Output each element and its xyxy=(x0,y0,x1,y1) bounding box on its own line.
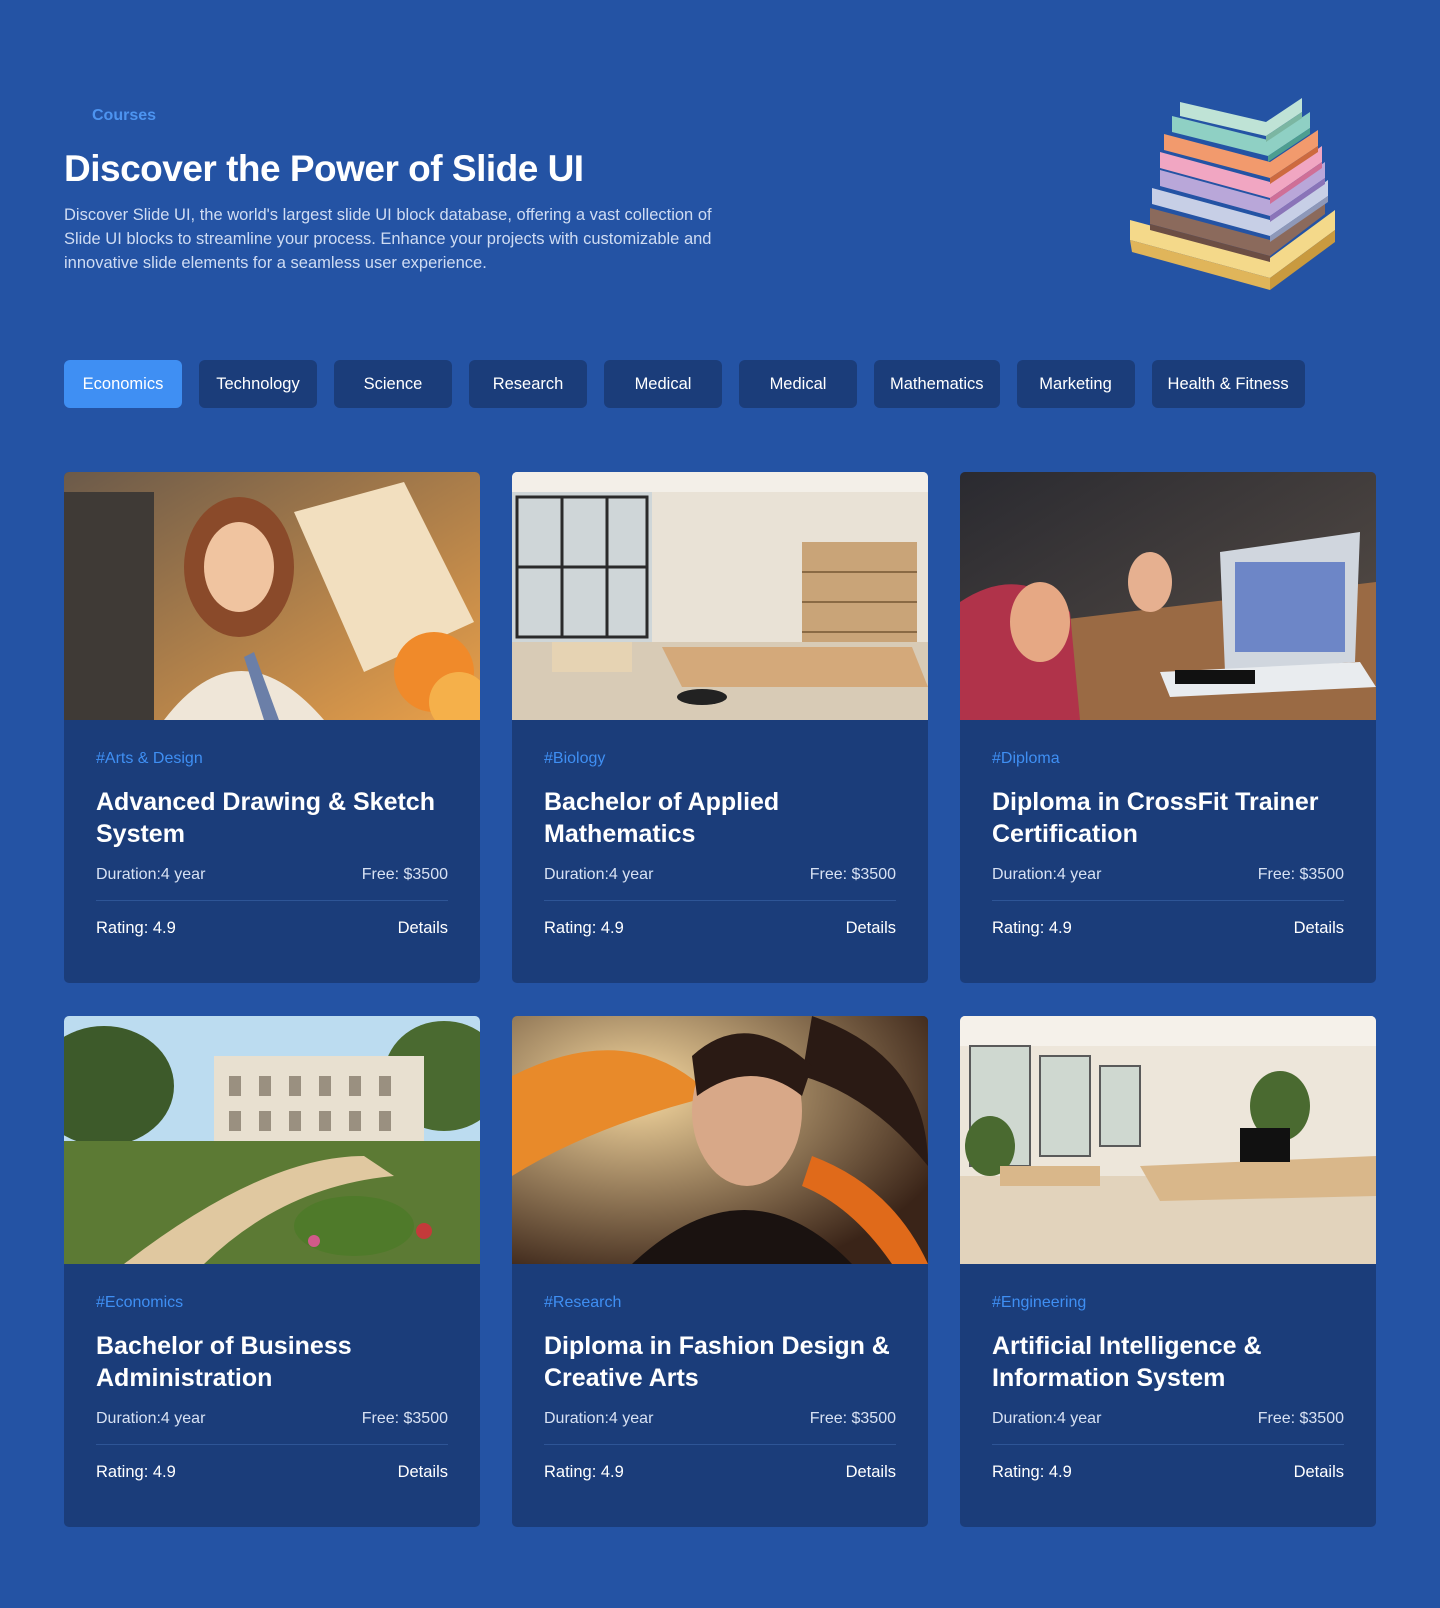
details-link[interactable]: Details xyxy=(398,919,448,938)
course-rating: Rating: 4.9 xyxy=(96,1463,176,1481)
tab-label: Economics xyxy=(82,374,164,393)
course-fee: Free: $3500 xyxy=(1257,866,1344,883)
course-duration: Duration:4 year xyxy=(992,1410,1102,1427)
category-tabs: Economics Technology Science Research Me… xyxy=(64,360,1305,408)
course-tag: #Research xyxy=(544,1294,622,1311)
course-meta: Duration:4 year Free: $3500 xyxy=(544,1410,896,1445)
tab-label: Medical xyxy=(769,374,827,393)
section-eyebrow: Courses xyxy=(92,107,157,124)
fashion-portrait-photo xyxy=(512,1016,928,1264)
course-duration: Duration:4 year xyxy=(544,866,654,883)
course-tag: #Engineering xyxy=(992,1294,1087,1311)
tab-medical-2[interactable]: Medical xyxy=(739,360,857,408)
course-rating: Rating: 4.9 xyxy=(96,919,176,937)
course-rating: Rating: 4.9 xyxy=(544,919,624,937)
course-tag: #Biology xyxy=(544,750,606,767)
tab-economics[interactable]: Economics xyxy=(64,360,182,408)
course-card[interactable]: #Arts & Design Advanced Drawing & Sketch… xyxy=(64,472,480,983)
tab-technology[interactable]: Technology xyxy=(199,360,317,408)
tab-label: Science xyxy=(363,374,423,393)
course-footer: Rating: 4.9 Details xyxy=(544,919,896,938)
course-card[interactable]: #Economics Bachelor of Business Administ… xyxy=(64,1016,480,1527)
tab-marketing[interactable]: Marketing xyxy=(1016,360,1135,408)
open-office-photo xyxy=(960,1016,1376,1264)
tab-science[interactable]: Science xyxy=(334,360,452,408)
tab-label: Marketing xyxy=(1039,374,1112,393)
course-duration: Duration:4 year xyxy=(544,1410,654,1427)
course-footer: Rating: 4.9 Details xyxy=(544,1463,896,1482)
details-link[interactable]: Details xyxy=(1294,919,1344,938)
course-footer: Rating: 4.9 Details xyxy=(96,919,448,938)
woman-painting-photo xyxy=(64,472,480,720)
tab-label: Medical xyxy=(634,374,692,393)
course-rating: Rating: 4.9 xyxy=(992,1463,1072,1481)
course-meta: Duration:4 year Free: $3500 xyxy=(96,1410,448,1445)
tab-mathematics[interactable]: Mathematics xyxy=(874,360,1000,408)
course-grid: #Arts & Design Advanced Drawing & Sketch… xyxy=(64,472,1376,1527)
course-card[interactable]: #Research Diploma in Fashion Design & Cr… xyxy=(512,1016,928,1527)
course-meta: Duration:4 year Free: $3500 xyxy=(544,866,896,901)
campus-garden-photo xyxy=(64,1016,480,1264)
course-footer: Rating: 4.9 Details xyxy=(96,1463,448,1482)
tab-health-fitness[interactable]: Health & Fitness xyxy=(1151,360,1305,408)
page-description: Discover Slide UI, the world's largest s… xyxy=(64,206,712,272)
course-meta: Duration:4 year Free: $3500 xyxy=(992,866,1344,901)
tab-label: Research xyxy=(492,374,564,393)
course-duration: Duration:4 year xyxy=(96,1410,206,1427)
course-title: Bachelor of Applied Mathematics xyxy=(544,788,780,848)
tab-research[interactable]: Research xyxy=(469,360,587,408)
course-title: Bachelor of Business Administration xyxy=(96,1332,352,1392)
course-tag: #Economics xyxy=(96,1294,184,1311)
details-link[interactable]: Details xyxy=(846,1463,896,1482)
course-card[interactable]: #Diploma Diploma in CrossFit Trainer Cer… xyxy=(960,472,1376,983)
courses-page: Courses Discover the Power of Slide UI D… xyxy=(0,0,1440,1608)
tab-label: Technology xyxy=(216,374,300,393)
book-stack-illustration xyxy=(1120,90,1360,300)
course-title: Diploma in Fashion Design & Creative Art… xyxy=(544,1332,890,1392)
course-fee: Free: $3500 xyxy=(809,1410,896,1427)
page-title: Discover the Power of Slide UI xyxy=(64,148,584,189)
course-rating: Rating: 4.9 xyxy=(544,1463,624,1481)
course-rating: Rating: 4.9 xyxy=(992,919,1072,937)
details-link[interactable]: Details xyxy=(398,1463,448,1482)
course-card[interactable]: #Engineering Artificial Intelligence & I… xyxy=(960,1016,1376,1527)
course-fee: Free: $3500 xyxy=(1257,1410,1344,1427)
course-footer: Rating: 4.9 Details xyxy=(992,1463,1344,1482)
details-link[interactable]: Details xyxy=(1294,1463,1344,1482)
tab-label: Mathematics xyxy=(890,374,984,393)
course-duration: Duration:4 year xyxy=(992,866,1102,883)
details-link[interactable]: Details xyxy=(846,919,896,938)
course-footer: Rating: 4.9 Details xyxy=(992,919,1344,938)
course-title: Diploma in CrossFit Trainer Certificatio… xyxy=(992,788,1319,848)
course-tag: #Arts & Design xyxy=(96,750,203,767)
course-meta: Duration:4 year Free: $3500 xyxy=(96,866,448,901)
office-interior-photo xyxy=(512,472,928,720)
tab-label: Health & Fitness xyxy=(1167,374,1289,393)
course-fee: Free: $3500 xyxy=(361,866,448,883)
course-fee: Free: $3500 xyxy=(809,866,896,883)
tab-medical[interactable]: Medical xyxy=(604,360,722,408)
course-fee: Free: $3500 xyxy=(361,1410,448,1427)
course-title: Artificial Intelligence & Information Sy… xyxy=(992,1332,1262,1392)
course-duration: Duration:4 year xyxy=(96,866,206,883)
course-card[interactable]: #Biology Bachelor of Applied Mathematics… xyxy=(512,472,928,983)
course-meta: Duration:4 year Free: $3500 xyxy=(992,1410,1344,1445)
laptop-meeting-photo xyxy=(960,472,1376,720)
course-title: Advanced Drawing & Sketch System xyxy=(96,788,435,848)
course-tag: #Diploma xyxy=(992,750,1060,767)
